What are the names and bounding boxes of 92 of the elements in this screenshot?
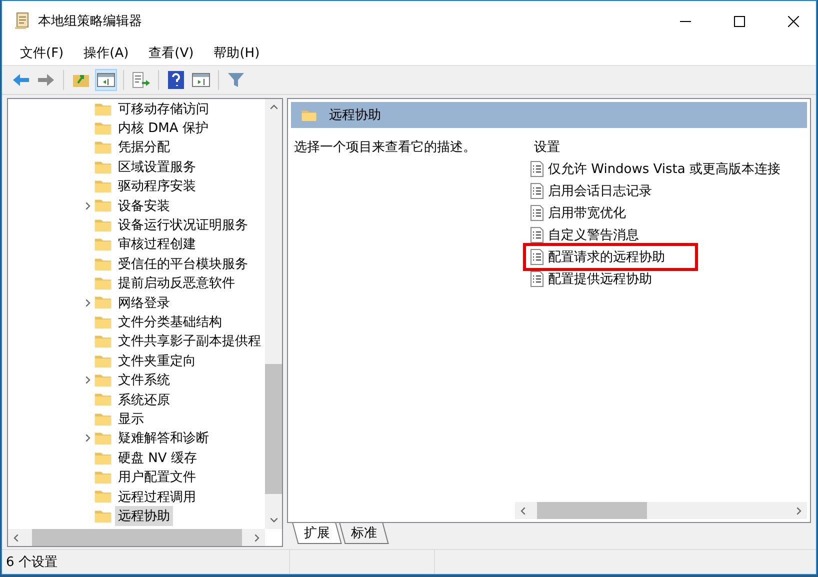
tree-item[interactable]: 文件分类基础结构 [115,312,225,332]
menu-item[interactable]: 帮助(H) [204,44,270,62]
folder-icon [94,140,112,155]
setting-label: 仅允许 Windows Vista 或更高版本连接 [548,161,780,178]
toolbar-button[interactable] [130,69,152,91]
folder-icon [94,314,112,330]
folder-icon [94,334,112,349]
folder-icon [94,276,112,290]
folder-up-icon [72,72,90,88]
folder-icon [94,102,112,116]
back-arrow-icon [12,73,30,87]
tree-item[interactable]: 审核过程创建 [115,234,199,254]
tree-item[interactable]: 文件共享影子副本提供程 [115,331,264,352]
folder-icon [94,372,112,388]
tree-item[interactable]: 系统还原 [115,390,173,410]
folder-icon [94,218,112,232]
document-icon [530,271,544,287]
setting-row[interactable]: 自定义警告消息 [526,224,639,246]
setting-row[interactable]: 启用带宽优化 [526,202,626,224]
tree-item[interactable]: 网络登录 [115,292,173,313]
tree-item[interactable]: 驱动程序安装 [115,176,199,196]
tree-item[interactable]: 区域设置服务 [115,156,199,177]
chevron-down-icon[interactable] [268,515,278,525]
folder-icon [94,160,112,174]
folder-icon [301,108,317,122]
tree-item[interactable]: 提前启动反恶意软件 [115,273,238,294]
folder-icon [94,354,112,368]
folder-icon [94,431,112,446]
window-title: 本地组策略编辑器 [38,13,143,30]
section-title: 远程协助 [329,107,381,124]
tree-item[interactable]: 设备安装 [115,196,173,216]
menu-item[interactable]: 查看(V) [138,44,204,62]
setting-label: 启用带宽优化 [548,205,626,222]
column-heading: 设置 [534,139,560,157]
tree-item[interactable]: 显示 [115,408,147,429]
document-icon [530,227,544,243]
menu-item[interactable]: 文件(F) [10,44,74,62]
tree-item[interactable]: 文件系统 [115,370,173,390]
vertical-scrollbar[interactable] [265,99,282,529]
folder-icon [94,120,112,136]
scroll-icon [14,12,30,30]
folder-icon [94,450,112,465]
setting-row[interactable]: 启用会话日志记录 [526,180,652,202]
tab[interactable]: 标准 [339,523,389,544]
horizontal-scrollbar[interactable] [515,502,807,519]
folder-icon [94,295,112,310]
filter-icon [228,72,244,88]
tree-item[interactable]: 硬盘 NV 缓存 [115,448,200,468]
tree-item[interactable]: 远程过程调用 [115,486,199,507]
help-icon [168,71,184,89]
panel-icon [97,73,115,87]
tree-item[interactable]: 凭据分配 [115,137,173,158]
tree-item[interactable]: 文件夹重定向 [115,350,199,371]
tree-item[interactable]: 用户配置文件 [115,467,199,488]
document-icon [530,205,544,221]
document-icon [530,249,544,265]
setting-label: 配置提供远程协助 [548,271,652,288]
folder-icon [94,237,112,252]
folder-icon [94,508,112,524]
toolbar-button[interactable] [95,69,117,91]
toolbar-button[interactable] [165,69,187,91]
tree-item[interactable]: 可移动存储访问 [115,99,212,119]
tree-item[interactable]: 内核 DMA 保护 [115,118,212,138]
folder-icon [94,256,112,272]
forward-arrow-icon [37,73,55,87]
tree-item[interactable]: 受信任的平台模块服务 [115,254,251,274]
setting-row[interactable]: 配置提供远程协助 [526,268,652,290]
maximize-icon [734,16,744,26]
tree-item[interactable]: 远程协助 [115,506,173,526]
highlight-box[interactable]: 配置请求的远程协助 [526,246,695,268]
setting-label: 启用会话日志记录 [548,183,652,200]
folder-icon [94,198,112,213]
export-list-icon [132,72,150,88]
setting-label: 自定义警告消息 [548,227,639,244]
document-icon [530,183,544,199]
setting-label: 配置请求的远程协助 [548,249,665,266]
folder-icon [94,179,112,194]
description-text: 选择一个项目来查看它的描述。 [294,140,476,155]
tab[interactable]: 扩展 [292,523,342,544]
menu-item[interactable]: 操作(A) [74,44,139,62]
document-icon [530,161,544,177]
setting-row[interactable]: 仅允许 Windows Vista 或更高版本连接 [526,158,780,180]
horizontal-scrollbar[interactable] [8,529,265,546]
folder-icon [94,392,112,407]
panel-icon [192,73,210,87]
folder-icon [94,412,112,426]
tree-item[interactable]: 设备运行状况证明服务 [115,215,251,236]
folder-icon [94,489,112,504]
folder-icon [94,470,112,484]
tree-item[interactable]: 疑难解答和诊断 [115,428,212,448]
close-icon [788,16,798,26]
status-text: 6 个设置 [6,554,58,571]
